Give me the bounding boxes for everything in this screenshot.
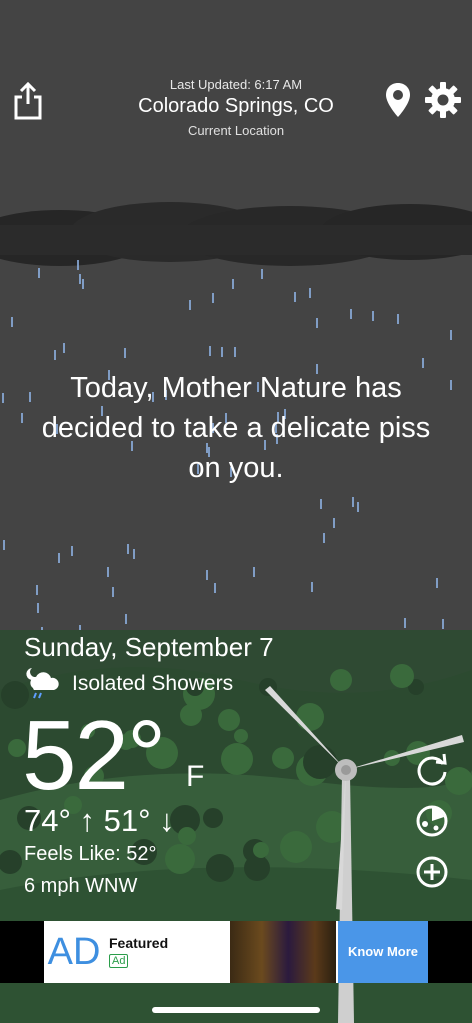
tree xyxy=(221,743,253,775)
plus-circle-icon[interactable] xyxy=(414,854,450,890)
refresh-icon[interactable] xyxy=(414,752,450,788)
forecast-date: Sunday, September 7 xyxy=(24,632,274,662)
ad-banner: AD Featured Ad Know More xyxy=(0,921,472,983)
ad-title: Featured xyxy=(109,935,169,951)
ad-tag: Ad xyxy=(109,954,129,968)
tree xyxy=(218,709,240,731)
location-label: Current Location xyxy=(187,123,285,138)
temperature-unit[interactable]: F xyxy=(186,760,204,794)
wind-speed: 6 mph WNW xyxy=(24,875,138,897)
storm-cloud xyxy=(0,202,472,266)
tree xyxy=(180,704,202,726)
top-bar: Last Updated: 6:17 AM Colorado Springs, … xyxy=(0,70,472,150)
ad-logo: AD xyxy=(47,931,101,973)
current-temperature: 52° xyxy=(22,700,166,810)
tree xyxy=(206,854,234,882)
weather-message: Today, Mother Nature has decided to take… xyxy=(41,372,431,484)
night-cloud-rain-icon xyxy=(26,668,59,699)
tree xyxy=(178,827,196,845)
feels-like: Feels Like: 52° xyxy=(24,843,157,865)
ad-content[interactable]: AD Featured Ad Know More xyxy=(44,921,428,983)
condition-text: Isolated Showers xyxy=(72,672,234,695)
gear-icon[interactable] xyxy=(425,82,461,118)
high-low-temperature: 74° ↑ 51° ↓ xyxy=(24,803,175,838)
ad-image xyxy=(230,921,336,983)
know-more-button[interactable]: Know More xyxy=(338,921,428,983)
tree xyxy=(165,844,195,874)
tree xyxy=(203,808,223,828)
tree xyxy=(234,729,248,743)
radar-icon[interactable] xyxy=(414,803,450,839)
home-indicator[interactable] xyxy=(152,1007,320,1013)
location-pin-icon[interactable] xyxy=(385,82,411,118)
